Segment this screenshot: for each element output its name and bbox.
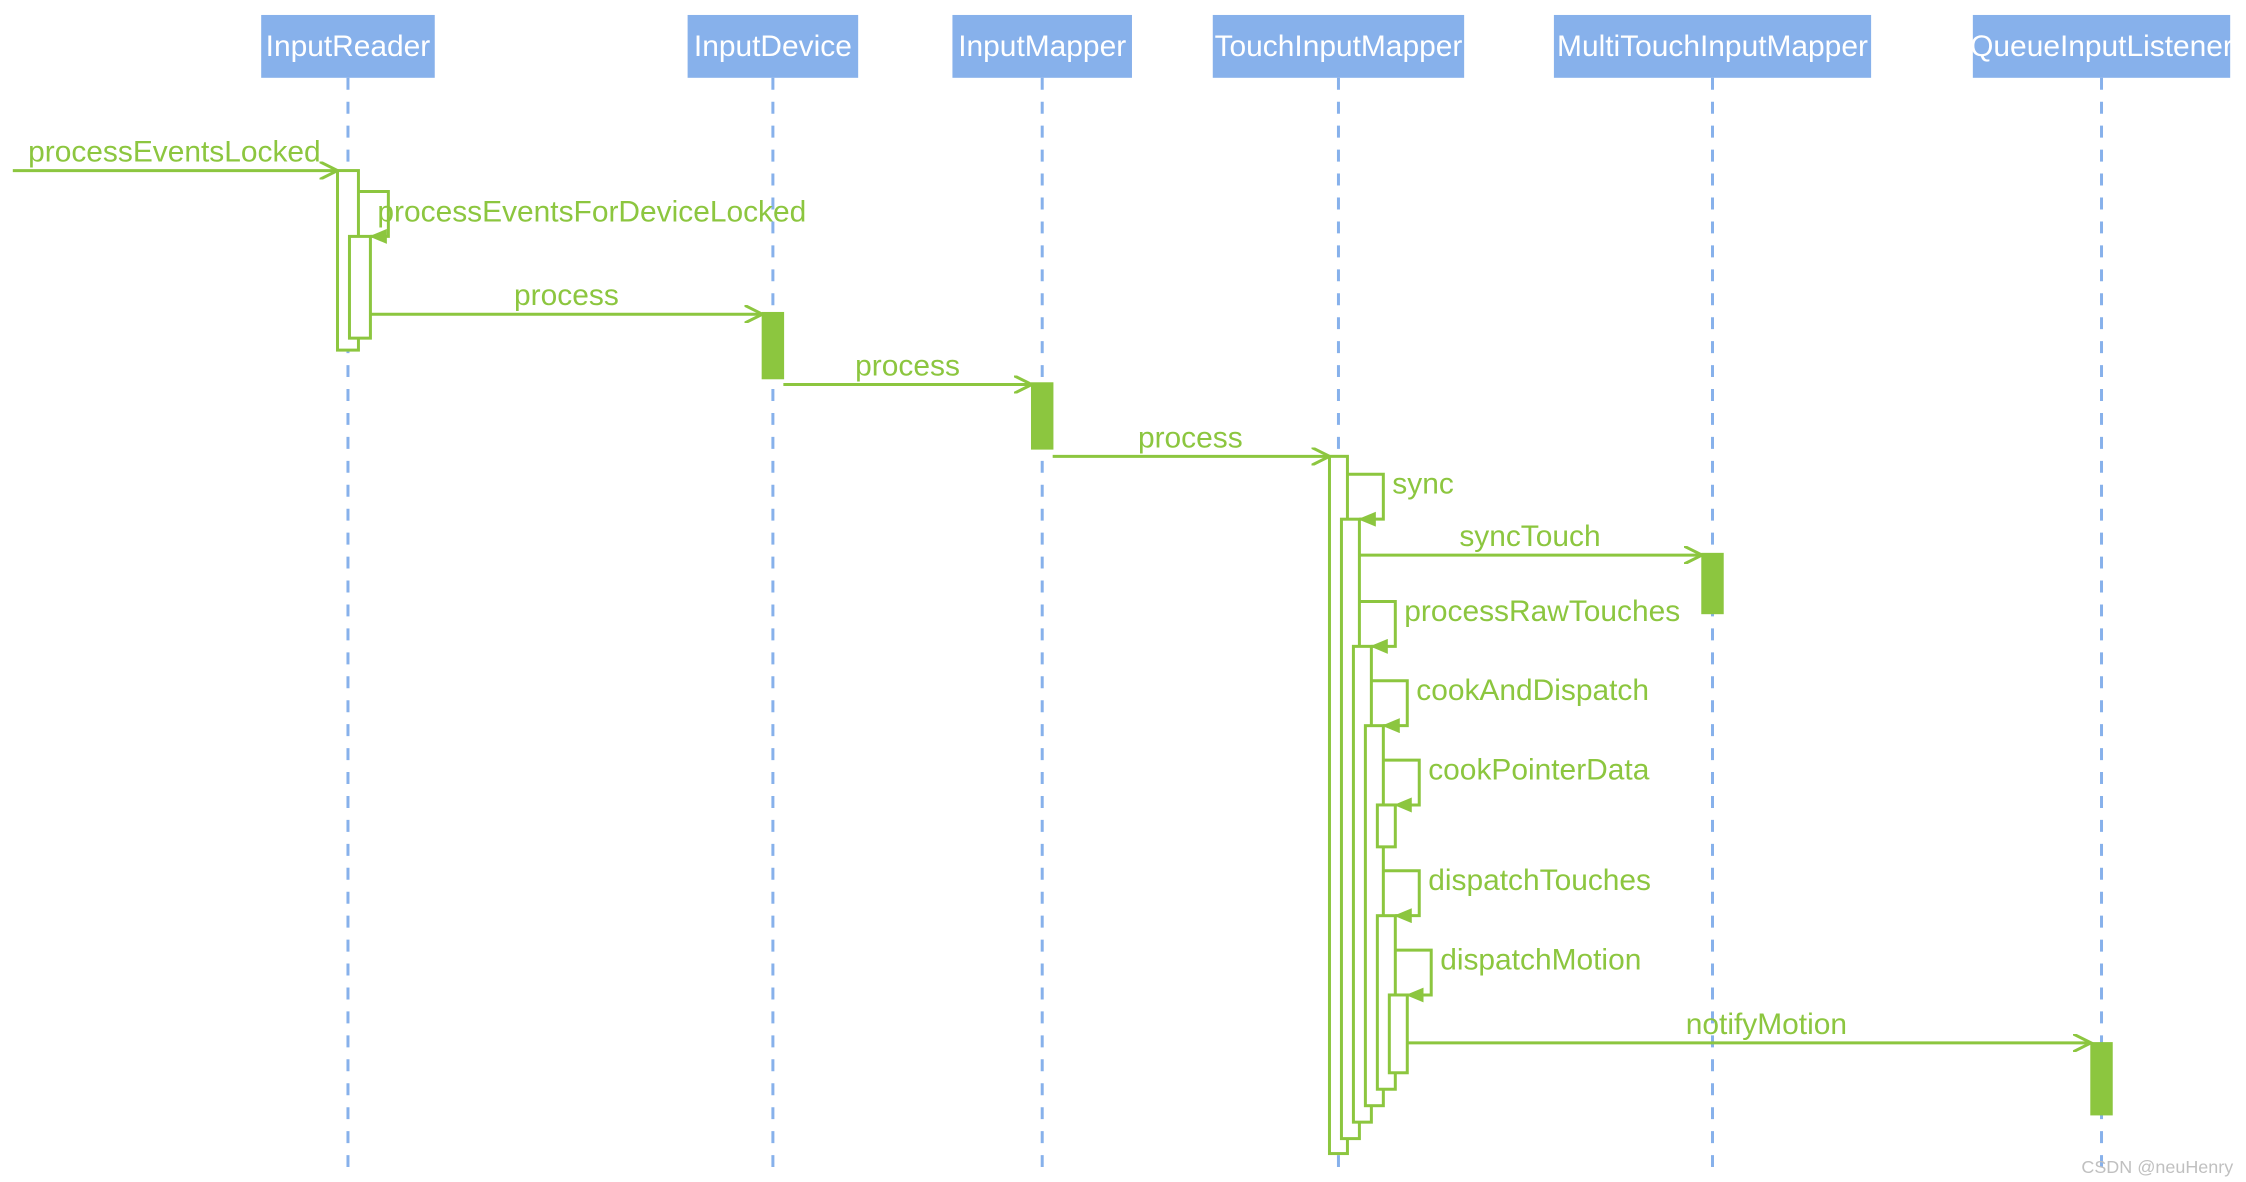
message-label: syncTouch — [1459, 520, 1600, 553]
message-label: processEventsForDeviceLocked — [377, 195, 806, 228]
msg-dispatchMotion: dispatchMotion — [1395, 944, 1641, 995]
participant-QueueInputListener: QueueInputListener — [1970, 15, 2233, 1167]
msg-cookPointerData: cookPointerData — [1383, 754, 1649, 805]
message-label: sync — [1392, 468, 1454, 501]
msg-cookAndDispatch: cookAndDispatch — [1371, 674, 1649, 725]
participant-label: QueueInputListener — [1970, 30, 2233, 63]
msg-processEventsLocked: processEventsLocked — [13, 136, 338, 171]
message-label: notifyMotion — [1686, 1008, 1847, 1041]
msg-process-2: process — [783, 350, 1031, 385]
watermark: CSDN @neuHenry — [2081, 1157, 2233, 1177]
msg-dispatchTouches: dispatchTouches — [1383, 864, 1651, 915]
message-label: cookAndDispatch — [1416, 674, 1649, 707]
message-label: process — [1138, 421, 1243, 454]
activation-bar — [2091, 1043, 2112, 1115]
participant-label: MultiTouchInputMapper — [1557, 30, 1868, 63]
activation-bar — [1032, 383, 1053, 449]
msg-notifyMotion: notifyMotion — [1407, 1008, 2091, 1043]
activation-bar — [1377, 805, 1395, 847]
sequence-diagram: InputReader InputDevice InputMapper Touc… — [0, 0, 2246, 1182]
activation-bar — [762, 313, 783, 379]
msg-syncTouch: syncTouch — [1359, 520, 1702, 555]
msg-process-3: process — [1053, 421, 1330, 456]
message-label: processEventsLocked — [28, 136, 321, 169]
participant-InputMapper: InputMapper — [952, 15, 1132, 1167]
msg-processEventsForDeviceLocked: processEventsForDeviceLocked — [358, 192, 806, 237]
participant-label: InputReader — [266, 30, 431, 63]
msg-process-1: process — [370, 279, 762, 314]
message-label: processRawTouches — [1404, 595, 1680, 628]
message-label: process — [514, 279, 619, 312]
message-label: cookPointerData — [1428, 754, 1649, 787]
activation-bar — [1389, 995, 1407, 1073]
participant-label: InputMapper — [958, 30, 1126, 63]
message-label: process — [855, 350, 960, 383]
participant-InputDevice: InputDevice — [688, 15, 859, 1167]
participant-label: InputDevice — [694, 30, 852, 63]
msg-processRawTouches: processRawTouches — [1359, 595, 1680, 646]
activation-bar — [1702, 554, 1723, 614]
message-label: dispatchMotion — [1440, 944, 1641, 977]
msg-sync: sync — [1347, 468, 1453, 519]
participant-label: TouchInputMapper — [1215, 30, 1463, 63]
message-label: dispatchTouches — [1428, 864, 1651, 897]
activation-bar — [349, 236, 370, 338]
